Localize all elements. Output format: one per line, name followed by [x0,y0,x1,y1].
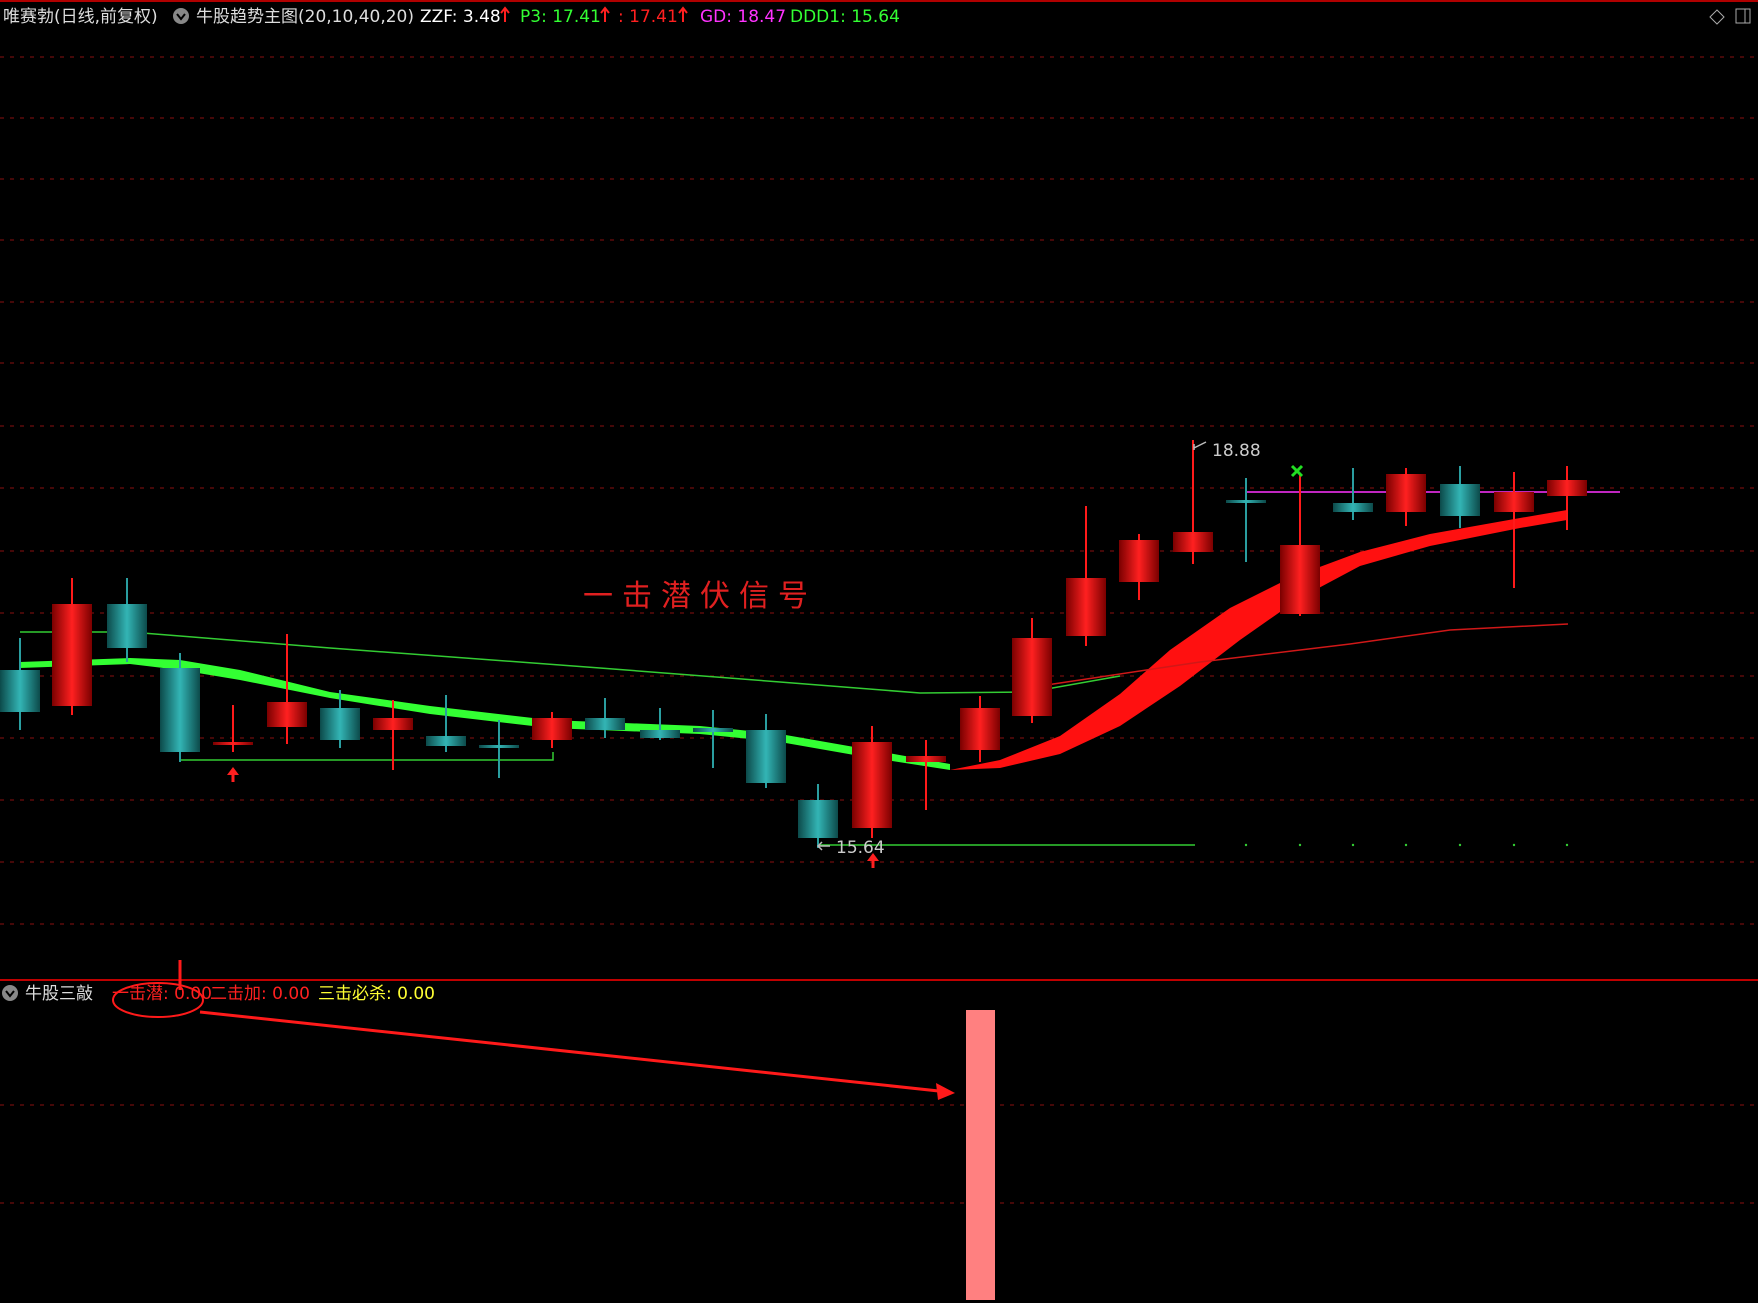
signal-bar [966,1010,995,1300]
candle-body [0,670,40,712]
signal3-value: 三击必杀: 0.00 [318,984,435,1004]
annotation-arrow [199,1010,949,1094]
candle-body [1333,503,1373,512]
candle-body [1226,500,1266,503]
candle-body [640,730,680,738]
candle-body [1386,474,1426,512]
candle-body [906,756,946,762]
subpanel-title: 牛股三敲 [25,984,93,1004]
low-price-label: 15.64 [836,838,885,858]
candle-body [532,718,572,740]
candle-body [213,742,253,745]
candle-body [1173,532,1213,552]
candle-body [52,604,92,706]
signal-marks [227,441,1304,868]
candle-body [320,708,360,740]
candle-body [1119,540,1159,582]
arrow-up-icon [600,6,610,22]
candle-body [798,800,838,838]
p3-value: P3: 17.41 [520,7,601,27]
candle-body [585,718,625,730]
gd-value: GD: 18.47 [700,7,786,27]
pointer-icon [1193,441,1207,450]
zzf-value: ZZF: 3.48 [420,7,501,27]
candle-body [1547,480,1587,496]
candle-body [746,730,786,783]
candle-body [373,718,413,730]
candle-body [107,604,147,648]
dot [1244,843,1248,847]
candle-body [426,736,466,746]
sub-panel-legend: 牛股三敲 一击潜: 0.00 二击加: 0.00 三击必杀: 0.00 [2,984,435,1004]
cross-icon [1290,464,1304,478]
pointer-icon [816,841,830,851]
subpanel-dropdown-icon[interactable] [2,985,18,1001]
ma-lines [20,491,1620,847]
dot [1404,843,1408,847]
indicator-title: 牛股趋势主图(20,10,40,20) [196,7,414,27]
candle-body [160,668,200,752]
arrow-head-icon [936,1083,955,1100]
signal2-value: 二击加: 0.00 [210,984,310,1004]
trend-band-green [20,658,950,770]
arrow-up-icon [227,767,239,775]
candle-body [267,702,307,727]
candle-body [693,728,733,732]
dot [1565,843,1569,847]
subpanel-grid [0,1104,1758,1204]
candle-body [1012,638,1052,716]
candle-body [1280,545,1320,614]
signal-annotation: 一击潜伏信号 [583,579,817,614]
indicator-dropdown-icon[interactable] [173,8,189,24]
candle-body [1494,492,1534,512]
p3b-value: : 17.41 [618,7,678,27]
dot [1351,843,1355,847]
dot [1458,843,1462,847]
dot [1512,843,1516,847]
trend-band [20,510,1567,770]
arrow-up-icon [678,6,688,22]
header-legend: 唯赛勃(日线,前复权) 牛股趋势主图(20,10,40,20) ZZF: 3.4… [3,6,1751,27]
arrow-up-icon [500,6,510,22]
candle-body [960,708,1000,750]
candle-body [1066,578,1106,636]
high-price-label: 18.88 [1212,441,1261,461]
diamond-icon[interactable] [1709,9,1725,25]
candle-body [852,742,892,828]
support-line [179,752,554,761]
candle-body [479,745,519,748]
ddd1-value: DDD1: 15.64 [790,7,900,27]
candle-body [1440,484,1480,516]
stock-title: 唯赛勃(日线,前复权) [3,6,158,27]
dot [1298,843,1302,847]
window-icon[interactable] [1735,8,1751,24]
stock-chart[interactable]: 唯赛勃(日线,前复权) 牛股趋势主图(20,10,40,20) ZZF: 3.4… [0,0,1758,1303]
